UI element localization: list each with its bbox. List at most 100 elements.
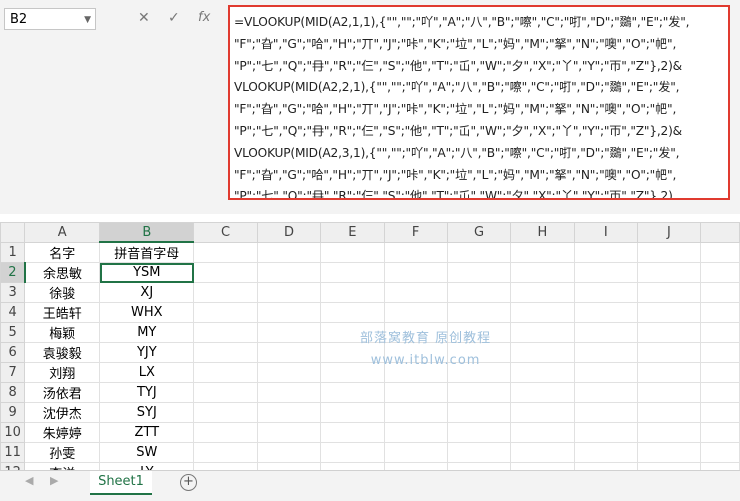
add-sheet-icon[interactable]: + xyxy=(180,474,197,491)
column-header-C[interactable]: C xyxy=(193,222,258,243)
empty-cell[interactable] xyxy=(383,422,448,444)
empty-cell[interactable] xyxy=(383,282,448,304)
empty-cell[interactable] xyxy=(193,402,258,424)
empty-cell[interactable] xyxy=(636,402,702,424)
empty-cell[interactable] xyxy=(700,322,740,344)
cell-name[interactable]: 汤依君 xyxy=(24,382,101,404)
empty-cell[interactable] xyxy=(700,342,740,364)
empty-cell[interactable] xyxy=(193,262,258,284)
empty-cell[interactable] xyxy=(193,422,258,444)
empty-cell[interactable] xyxy=(446,442,512,464)
empty-cell[interactable] xyxy=(193,302,258,324)
empty-cell[interactable] xyxy=(256,362,322,384)
empty-cell[interactable] xyxy=(446,241,512,264)
empty-cell[interactable] xyxy=(573,302,638,324)
empty-cell[interactable] xyxy=(383,402,448,424)
empty-cell[interactable] xyxy=(636,342,702,364)
cell-initials[interactable]: XJ xyxy=(99,282,195,304)
empty-cell[interactable] xyxy=(510,241,575,264)
empty-cell[interactable] xyxy=(256,342,322,364)
empty-cell[interactable] xyxy=(573,422,638,444)
cell-initials[interactable]: LX xyxy=(99,362,195,384)
empty-cell[interactable] xyxy=(510,282,575,304)
empty-cell[interactable] xyxy=(510,342,575,364)
empty-cell[interactable] xyxy=(636,462,702,470)
empty-cell[interactable] xyxy=(636,362,702,384)
empty-cell[interactable] xyxy=(320,262,385,284)
empty-cell[interactable] xyxy=(320,402,385,424)
empty-cell[interactable] xyxy=(320,442,385,464)
cell-name[interactable]: 刘翔 xyxy=(24,362,101,384)
empty-cell[interactable] xyxy=(193,442,258,464)
formula-bar-input[interactable]: =VLOOKUP(MID(A2,1,1),{"","";"吖","A";"八",… xyxy=(228,5,730,200)
empty-cell[interactable] xyxy=(510,302,575,324)
empty-cell[interactable] xyxy=(320,302,385,324)
empty-cell[interactable] xyxy=(383,462,448,470)
cell-name[interactable]: 梅颖 xyxy=(24,322,101,344)
empty-cell[interactable] xyxy=(700,262,740,284)
empty-cell[interactable] xyxy=(320,382,385,404)
empty-cell[interactable] xyxy=(636,422,702,444)
empty-cell[interactable] xyxy=(383,241,448,264)
empty-cell[interactable] xyxy=(510,362,575,384)
column-header-I[interactable]: I xyxy=(573,222,638,243)
cell-name[interactable]: 孙雯 xyxy=(24,442,101,464)
empty-cell[interactable] xyxy=(446,382,512,404)
empty-cell[interactable] xyxy=(700,422,740,444)
cell-initials[interactable]: ZTT xyxy=(99,422,195,444)
row-header[interactable]: 3 xyxy=(0,282,26,304)
empty-cell[interactable] xyxy=(320,282,385,304)
name-box[interactable]: B2 ▼ xyxy=(4,8,96,30)
next-sheet-icon[interactable]: ▶ xyxy=(50,474,58,487)
row-header[interactable]: 9 xyxy=(0,402,26,424)
empty-cell[interactable] xyxy=(510,422,575,444)
empty-cell[interactable] xyxy=(636,302,702,324)
cell-name[interactable]: 沈伊杰 xyxy=(24,402,101,424)
empty-cell[interactable] xyxy=(510,402,575,424)
empty-cell[interactable] xyxy=(256,241,322,264)
empty-cell[interactable] xyxy=(636,241,702,264)
empty-cell[interactable] xyxy=(510,462,575,470)
row-header[interactable]: 8 xyxy=(0,382,26,404)
column-header-A[interactable]: A xyxy=(24,222,101,243)
prev-sheet-icon[interactable]: ◀ xyxy=(25,474,33,487)
column-header-J[interactable]: J xyxy=(636,222,702,243)
insert-function-button[interactable]: fx xyxy=(198,10,210,25)
empty-cell[interactable] xyxy=(446,302,512,324)
empty-cell[interactable] xyxy=(446,462,512,470)
empty-cell[interactable] xyxy=(256,302,322,324)
column-header-E[interactable]: E xyxy=(320,222,385,243)
row-header[interactable]: 4 xyxy=(0,302,26,324)
empty-cell[interactable] xyxy=(256,442,322,464)
empty-cell[interactable] xyxy=(383,302,448,324)
empty-cell[interactable] xyxy=(700,382,740,404)
empty-cell[interactable] xyxy=(193,342,258,364)
cell-name[interactable]: 袁骏毅 xyxy=(24,342,101,364)
empty-cell[interactable] xyxy=(573,442,638,464)
empty-cell[interactable] xyxy=(256,262,322,284)
empty-cell[interactable] xyxy=(256,282,322,304)
empty-cell[interactable] xyxy=(573,462,638,470)
empty-cell[interactable] xyxy=(573,362,638,384)
empty-cell[interactable] xyxy=(700,362,740,384)
empty-cell[interactable] xyxy=(510,322,575,344)
empty-cell[interactable] xyxy=(573,382,638,404)
empty-cell[interactable] xyxy=(510,262,575,284)
empty-cell[interactable] xyxy=(256,382,322,404)
empty-cell[interactable] xyxy=(446,282,512,304)
empty-cell[interactable] xyxy=(636,442,702,464)
column-header-extra[interactable] xyxy=(700,222,740,243)
empty-cell[interactable] xyxy=(193,241,258,264)
empty-cell[interactable] xyxy=(510,442,575,464)
empty-cell[interactable] xyxy=(193,322,258,344)
row-header[interactable]: 7 xyxy=(0,362,26,384)
sheet-tab-sheet1[interactable]: Sheet1 xyxy=(90,471,152,495)
column-header-H[interactable]: H xyxy=(510,222,575,243)
cell-initials[interactable]: YJY xyxy=(99,342,195,364)
empty-cell[interactable] xyxy=(573,241,638,264)
enter-icon[interactable]: ✓ xyxy=(168,10,180,26)
column-header-F[interactable]: F xyxy=(383,222,448,243)
empty-cell[interactable] xyxy=(510,382,575,404)
empty-cell[interactable] xyxy=(636,262,702,284)
empty-cell[interactable] xyxy=(320,462,385,470)
